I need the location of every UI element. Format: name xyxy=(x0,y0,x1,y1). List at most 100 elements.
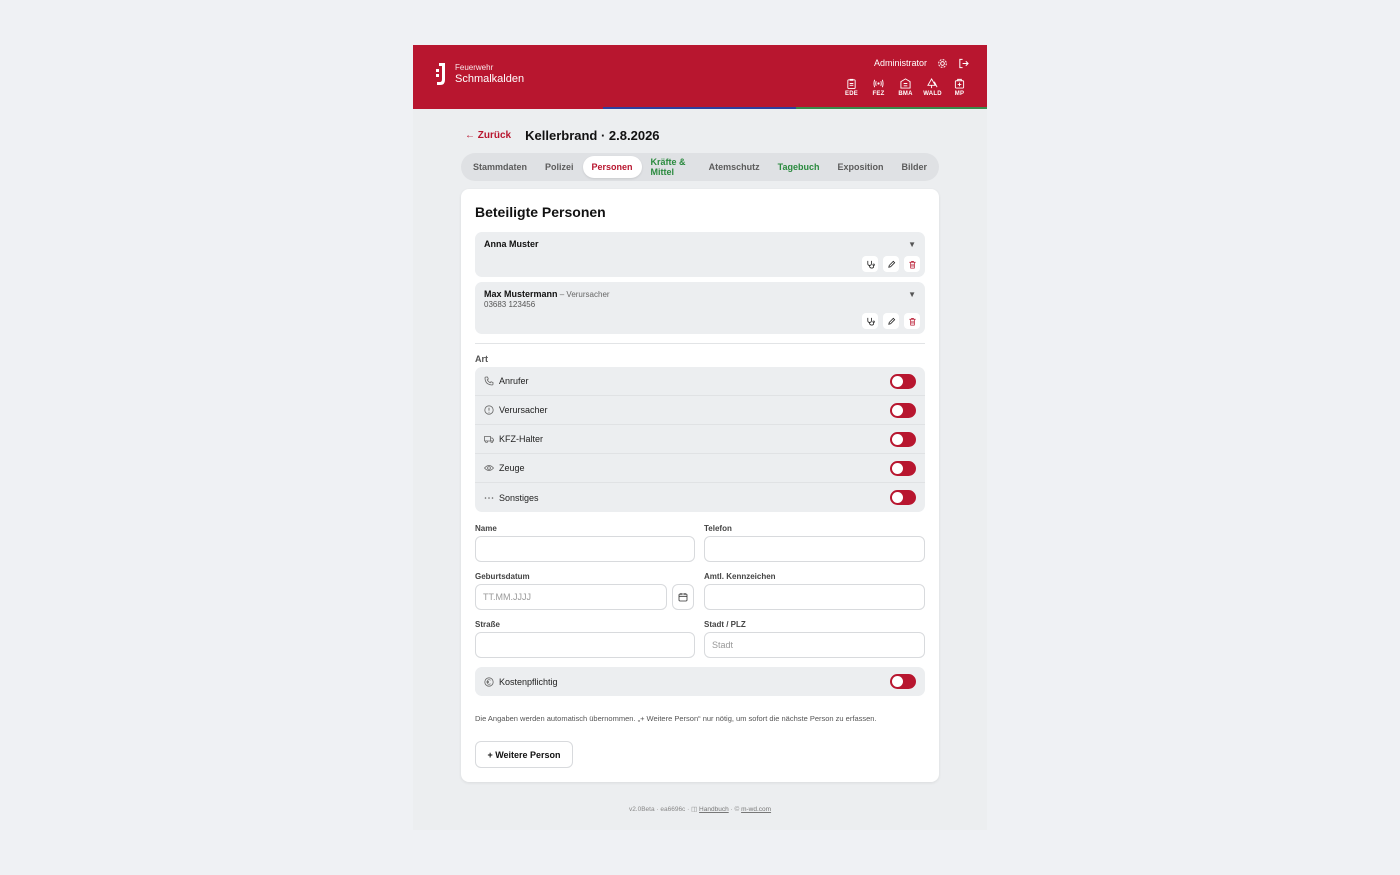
gear-icon[interactable] xyxy=(936,57,948,69)
back-link[interactable]: ← Zurück xyxy=(465,130,511,141)
expand-caret-icon[interactable]: ▼ xyxy=(908,240,916,249)
stadt-input[interactable]: Stadt xyxy=(704,632,925,658)
pencil-icon xyxy=(887,317,895,325)
geburtsdatum-input[interactable]: TT.MM.JJJJ xyxy=(475,584,667,610)
art-row-zeuge: Zeuge xyxy=(475,454,925,483)
tab-atemschutz[interactable]: Atemschutz xyxy=(700,156,769,178)
module-label: MP xyxy=(954,91,965,97)
divider xyxy=(475,343,925,344)
user-name[interactable]: Administrator xyxy=(874,58,927,68)
kosten-label: Kostenpflichtig xyxy=(499,676,558,687)
tab-personen[interactable]: Personen xyxy=(582,156,642,178)
art-label: Verursacher xyxy=(499,405,548,415)
art-row-sonstiges: Sonstiges xyxy=(475,483,925,512)
module-label: WALD xyxy=(923,91,942,97)
strasse-input[interactable] xyxy=(475,632,695,658)
euro-circle-icon xyxy=(484,676,494,687)
module-wald[interactable]: WALD xyxy=(919,78,946,97)
person-name-text: Anna Muster xyxy=(484,239,539,249)
book-icon: ◫ xyxy=(691,806,700,813)
edit-button[interactable] xyxy=(883,313,899,329)
site-link[interactable]: m-wd.com xyxy=(741,806,771,813)
toggle-verursacher[interactable] xyxy=(890,403,916,418)
art-row-verursacher: Verursacher xyxy=(475,396,925,425)
more-icon xyxy=(484,493,494,503)
art-label: Anrufer xyxy=(499,376,529,386)
module-label: FEZ xyxy=(872,91,885,97)
header-stripe-green xyxy=(796,107,987,109)
person-phone: 03683 123456 xyxy=(484,300,536,309)
person-name-text: Max Mustermann xyxy=(484,289,558,299)
stethoscope-icon xyxy=(866,260,875,269)
delete-button[interactable] xyxy=(904,313,920,329)
edit-button[interactable] xyxy=(883,256,899,272)
toggle-kostenpflichtig[interactable] xyxy=(890,674,916,689)
hint-text: Die Angaben werden automatisch übernomme… xyxy=(475,714,877,723)
card-title: Beteiligte Personen xyxy=(475,204,606,220)
logout-icon[interactable] xyxy=(957,57,969,69)
person-entry[interactable]: Anna Muster ▼ xyxy=(475,232,925,277)
stadt-label: Stadt / PLZ xyxy=(704,620,746,629)
handbuch-link[interactable]: Handbuch xyxy=(699,806,729,813)
module-ede[interactable]: EDE xyxy=(838,78,865,97)
module-bma[interactable]: BMA xyxy=(892,78,919,97)
person-name: Anna Muster xyxy=(484,239,539,249)
brand-logo[interactable]: Feuerwehr Schmalkalden xyxy=(433,60,524,88)
module-label: EDE xyxy=(845,91,858,97)
toggle-anrufer[interactable] xyxy=(890,374,916,389)
add-person-button[interactable]: + Weitere Person xyxy=(475,741,573,768)
footer: v2.0Beta · ea6696c · ◫ Handbuch · © m-wd… xyxy=(413,805,987,813)
tab-exposition[interactable]: Exposition xyxy=(828,156,892,178)
tab-bilder[interactable]: Bilder xyxy=(892,156,936,178)
alert-circle-icon xyxy=(484,405,494,415)
art-label: KFZ-Halter xyxy=(499,434,544,444)
trash-icon xyxy=(908,260,916,268)
toggle-zeuge[interactable] xyxy=(890,461,916,476)
page-title: Kellerbrand · 2.8.2026 xyxy=(525,128,660,143)
clipboard-icon xyxy=(847,78,856,89)
phone-icon xyxy=(484,376,494,386)
art-label: Sonstiges xyxy=(499,492,539,503)
art-label: Zeuge xyxy=(499,463,525,473)
trash-icon xyxy=(908,317,916,325)
expand-caret-icon[interactable]: ▼ xyxy=(908,290,916,299)
medkit-icon xyxy=(954,78,965,89)
tree-icon xyxy=(927,78,938,89)
module-label: BMA xyxy=(898,91,913,97)
calendar-button[interactable] xyxy=(672,584,694,610)
tab-bar: Stammdaten Polizei Personen Kräfte & Mit… xyxy=(461,153,939,181)
calendar-icon xyxy=(678,593,688,602)
tab-polizei[interactable]: Polizei xyxy=(536,156,583,178)
tab-kraefte-mittel[interactable]: Kräfte & Mittel xyxy=(642,156,700,178)
header-stripe-blue xyxy=(603,107,796,109)
name-label: Name xyxy=(475,524,497,533)
module-mp[interactable]: MP xyxy=(946,78,973,97)
person-name: Max Mustermann – Verursacher xyxy=(484,289,610,299)
pencil-icon xyxy=(887,260,895,268)
truck-icon xyxy=(484,434,494,444)
delete-button[interactable] xyxy=(904,256,920,272)
medical-button[interactable] xyxy=(862,256,878,272)
telefon-input[interactable] xyxy=(704,536,925,562)
kennzeichen-input[interactable] xyxy=(704,584,925,610)
tab-tagebuch[interactable]: Tagebuch xyxy=(769,156,829,178)
version-text: v2.0Beta · ea6696c · xyxy=(628,806,692,813)
toggle-sonstiges[interactable] xyxy=(890,490,916,505)
telefon-label: Telefon xyxy=(704,524,732,533)
tab-stammdaten[interactable]: Stammdaten xyxy=(464,156,536,178)
person-entry[interactable]: Max Mustermann – Verursacher 03683 12345… xyxy=(475,282,925,334)
brand-line2: Schmalkalden xyxy=(455,72,525,85)
title-bar: ← Zurück Kellerbrand · 2.8.2026 xyxy=(465,128,660,143)
toggle-kfz-halter[interactable] xyxy=(890,432,916,447)
persons-card: Beteiligte Personen Anna Muster ▼ Max Mu… xyxy=(461,189,939,782)
person-role: – Verursacher xyxy=(557,290,610,299)
medical-button[interactable] xyxy=(862,313,878,329)
app-header: Feuerwehr Schmalkalden Administrator EDE… xyxy=(413,45,987,109)
kosten-row: Kostenpflichtig xyxy=(475,667,925,696)
eye-icon xyxy=(484,463,494,473)
module-fez[interactable]: FEZ xyxy=(865,78,892,97)
name-input[interactable] xyxy=(475,536,695,562)
art-section-label: Art xyxy=(475,354,488,364)
art-row-anrufer: Anrufer xyxy=(475,367,925,396)
brand-line1: Feuerwehr xyxy=(455,62,494,72)
